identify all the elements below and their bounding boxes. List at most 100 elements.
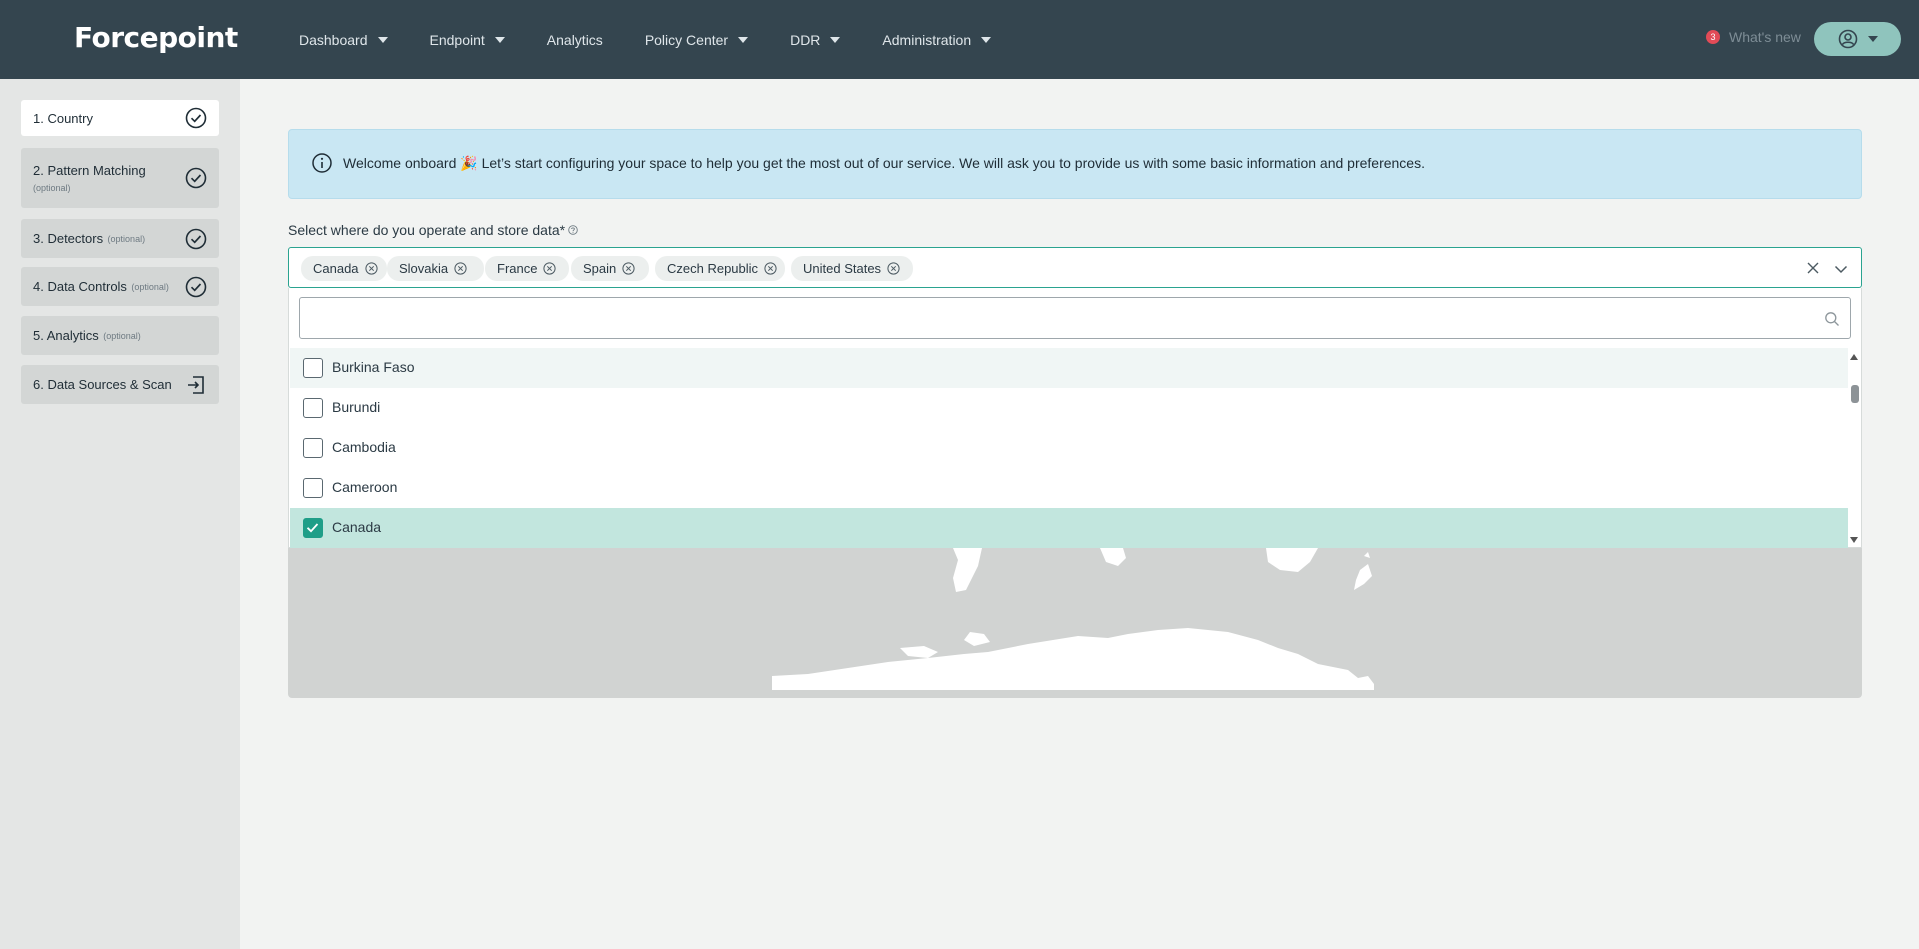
country-option[interactable]: Cambodia: [290, 428, 1848, 468]
nav-policy-center[interactable]: Policy Center: [644, 31, 749, 48]
option-label: Canada: [332, 519, 382, 535]
remove-chip-icon[interactable]: [764, 262, 777, 275]
step-country[interactable]: 1. Country: [21, 100, 219, 136]
chip-label: France: [497, 261, 538, 276]
step-pattern-matching[interactable]: 2. Pattern Matching (optional): [21, 148, 219, 208]
step-optional-label: (optional): [103, 330, 141, 341]
checkbox[interactable]: [303, 478, 323, 498]
checkmark-icon: [306, 523, 319, 533]
option-label: Burkina Faso: [332, 359, 415, 375]
chevron-down-icon[interactable]: [1833, 261, 1849, 277]
scrollbar-thumb[interactable]: [1851, 385, 1859, 403]
checkbox[interactable]: [303, 438, 323, 458]
country-search-input[interactable]: [300, 298, 1850, 338]
nav-dashboard[interactable]: Dashboard: [299, 32, 388, 48]
nav-endpoint-label: Endpoint: [429, 31, 485, 48]
chip-label: Canada: [313, 261, 359, 276]
welcome-info-banner: Welcome onboard 🎉 Let’s start configurin…: [288, 129, 1862, 199]
caret-down-icon: [738, 36, 749, 43]
caret-down-icon: [377, 36, 388, 43]
nav-dashboard-label: Dashboard: [299, 31, 368, 48]
check-circle-icon: [185, 228, 207, 249]
nav-ddr-label: DDR: [790, 31, 821, 48]
step-label: 4. Data Controls: [33, 279, 127, 294]
step-data-sources-scan[interactable]: 6. Data Sources & Scan: [21, 365, 219, 404]
country-dropdown-list: Burkina Faso Burundi Cambodia Cameroon C…: [288, 288, 1862, 548]
search-icon: [1825, 312, 1839, 326]
selected-chip: Slovakia: [387, 256, 484, 281]
caret-down-icon: [981, 36, 992, 43]
country-search-field[interactable]: [299, 297, 1851, 339]
remove-chip-icon[interactable]: [622, 262, 635, 275]
info-icon: [312, 153, 332, 173]
country-multiselect[interactable]: Canada Slovakia France Spain Czech Repub…: [288, 247, 1862, 288]
world-map-graphic: [772, 548, 1374, 690]
nav-administration[interactable]: Administration: [882, 31, 992, 48]
remove-chip-icon[interactable]: [887, 262, 900, 275]
check-circle-icon: [185, 107, 207, 129]
scroll-up-arrow-icon[interactable]: [1850, 354, 1858, 360]
step-detectors[interactable]: 3. Detectors (optional): [21, 219, 219, 258]
step-label: 1. Country: [33, 110, 93, 126]
step-label: 2. Pattern Matching: [33, 163, 146, 178]
top-navigation-bar: Forcepoint Dashboard Endpoint Analytics …: [0, 0, 1919, 79]
whats-new-label: What's new: [1729, 29, 1801, 45]
exit-icon: [188, 375, 204, 394]
field-label-text: Select where do you operate and store da…: [288, 222, 566, 238]
whats-new-button[interactable]: 3 What's new: [1706, 29, 1801, 45]
selected-chip: United States: [791, 256, 913, 281]
checkbox[interactable]: [303, 358, 323, 378]
option-label: Cambodia: [332, 439, 396, 455]
check-circle-icon: [185, 167, 207, 189]
step-data-controls[interactable]: 4. Data Controls (optional): [21, 267, 219, 306]
step-optional-label: (optional): [131, 281, 169, 292]
world-map[interactable]: [288, 548, 1862, 698]
user-circle-icon: [1838, 29, 1857, 49]
selected-chip: Spain: [571, 256, 649, 281]
chip-label: United States: [803, 261, 882, 276]
nav-analytics[interactable]: Analytics: [547, 32, 603, 48]
notification-count-badge: 3: [1706, 30, 1720, 44]
caret-down-icon: [494, 36, 505, 43]
nav-policy-center-label: Policy Center: [644, 31, 729, 48]
forcepoint-logo[interactable]: Forcepoint: [74, 21, 238, 54]
country-option[interactable]: Burkina Faso: [290, 348, 1848, 388]
country-field-label: Select where do you operate and store da…: [288, 222, 578, 238]
selected-chip: Czech Republic: [655, 256, 785, 281]
option-label: Cameroon: [332, 479, 398, 495]
user-menu-button[interactable]: [1814, 22, 1901, 56]
step-optional-label: (optional): [33, 183, 71, 193]
caret-down-icon: [830, 36, 841, 43]
check-circle-icon: [185, 276, 207, 297]
checkbox-checked[interactable]: [303, 518, 323, 538]
step-optional-label: (optional): [107, 233, 146, 244]
remove-chip-icon[interactable]: [454, 262, 467, 275]
main-nav: Dashboard Endpoint Analytics Policy Cent…: [299, 0, 1033, 79]
step-label: 5. Analytics: [33, 328, 99, 343]
selected-chip: Canada: [301, 256, 387, 281]
option-label: Burundi: [332, 399, 381, 415]
wizard-steps-sidebar: 1. Country 2. Pattern Matching (optional…: [0, 79, 240, 949]
nav-endpoint[interactable]: Endpoint: [430, 32, 505, 48]
country-option[interactable]: Cameroon: [290, 468, 1848, 508]
clear-all-icon[interactable]: [1805, 260, 1821, 276]
caret-down-icon: [1867, 36, 1878, 42]
remove-chip-icon[interactable]: [364, 262, 378, 275]
step-label: 6. Data Sources & Scan: [33, 377, 172, 392]
help-icon[interactable]: [568, 225, 578, 235]
chip-label: Spain: [583, 261, 617, 276]
nav-administration-label: Administration: [882, 31, 972, 48]
scroll-down-arrow-icon[interactable]: [1850, 537, 1858, 543]
nav-analytics-label: Analytics: [546, 31, 603, 48]
selected-chip: France: [485, 256, 569, 281]
chip-label: Czech Republic: [667, 261, 759, 276]
country-option-selected[interactable]: Canada: [290, 508, 1848, 548]
chip-label: Slovakia: [399, 261, 449, 276]
step-label: 3. Detectors: [33, 231, 104, 246]
nav-ddr[interactable]: DDR: [790, 31, 841, 48]
welcome-message: Welcome onboard 🎉 Let’s start configurin…: [343, 155, 1425, 171]
checkbox[interactable]: [303, 398, 323, 418]
country-option[interactable]: Burundi: [290, 388, 1848, 428]
remove-chip-icon[interactable]: [543, 262, 557, 275]
step-analytics[interactable]: 5. Analytics (optional): [21, 316, 219, 355]
